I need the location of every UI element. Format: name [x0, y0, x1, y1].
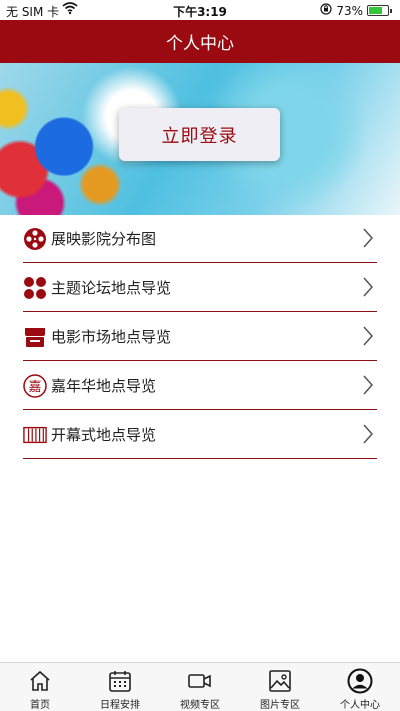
- chevron-right-icon: [363, 228, 374, 252]
- tab-home[interactable]: 首页: [0, 663, 80, 711]
- chevron-right-icon: [363, 326, 374, 350]
- menu-item-carnival[interactable]: 嘉 嘉年华地点导览: [23, 362, 377, 410]
- tab-label: 图片专区: [260, 700, 300, 711]
- menu-item-opening-ceremony[interactable]: 开幕式地点导览: [23, 411, 377, 459]
- menu-item-label: 开幕式地点导览: [51, 426, 157, 444]
- battery-icon: [367, 5, 389, 16]
- carnival-seal-text: 嘉: [28, 380, 41, 395]
- chevron-right-icon: [363, 277, 374, 301]
- tab-schedule[interactable]: 日程安排: [80, 663, 160, 711]
- tab-label: 视频专区: [180, 700, 220, 711]
- page-title: 个人中心: [166, 34, 234, 54]
- menu-list: 展映影院分布图 主题论坛地点导览 电影市场地点导览 嘉 嘉年华地点导览 开幕式地…: [23, 215, 377, 459]
- chevron-right-icon: [363, 375, 374, 399]
- menu-item-film-market[interactable]: 电影市场地点导览: [23, 313, 377, 361]
- orientation-lock-icon: [320, 3, 332, 18]
- menu-item-label: 主题论坛地点导览: [51, 279, 172, 297]
- tab-bar: 首页 日程安排 视频专区 图片专区 个人中心: [0, 662, 400, 711]
- user-icon: [347, 668, 373, 694]
- menu-item-cinema-map[interactable]: 展映影院分布图: [23, 215, 377, 263]
- home-icon: [27, 668, 53, 694]
- calendar-icon: [107, 668, 133, 694]
- battery-tip: [390, 8, 392, 13]
- status-bar: 无 SIM 卡 下午3:19 73%: [0, 0, 400, 20]
- tab-label: 首页: [30, 700, 50, 711]
- battery-percent: 73%: [336, 3, 363, 18]
- stage-curtain-icon: [23, 423, 47, 447]
- picture-icon: [267, 668, 293, 694]
- profile-banner: 立即登录: [0, 63, 400, 215]
- carnival-seal-icon: 嘉: [23, 373, 47, 398]
- menu-item-forum-guide[interactable]: 主题论坛地点导览: [23, 264, 377, 312]
- menu-item-label: 电影市场地点导览: [51, 328, 172, 346]
- four-dots-icon: [23, 276, 47, 300]
- menu-item-label: 嘉年华地点导览: [51, 377, 157, 395]
- video-camera-icon: [187, 668, 213, 694]
- chevron-right-icon: [363, 424, 374, 448]
- nav-bar: 个人中心: [0, 20, 400, 63]
- storefront-icon: [23, 325, 47, 349]
- film-reel-icon: [23, 227, 47, 251]
- login-button[interactable]: 立即登录: [119, 108, 280, 161]
- tab-profile[interactable]: 个人中心: [320, 663, 400, 711]
- tab-video[interactable]: 视频专区: [160, 663, 240, 711]
- tab-label: 日程安排: [100, 700, 140, 711]
- menu-item-label: 展映影院分布图: [51, 230, 157, 248]
- tab-pictures[interactable]: 图片专区: [240, 663, 320, 711]
- tab-label: 个人中心: [340, 700, 380, 711]
